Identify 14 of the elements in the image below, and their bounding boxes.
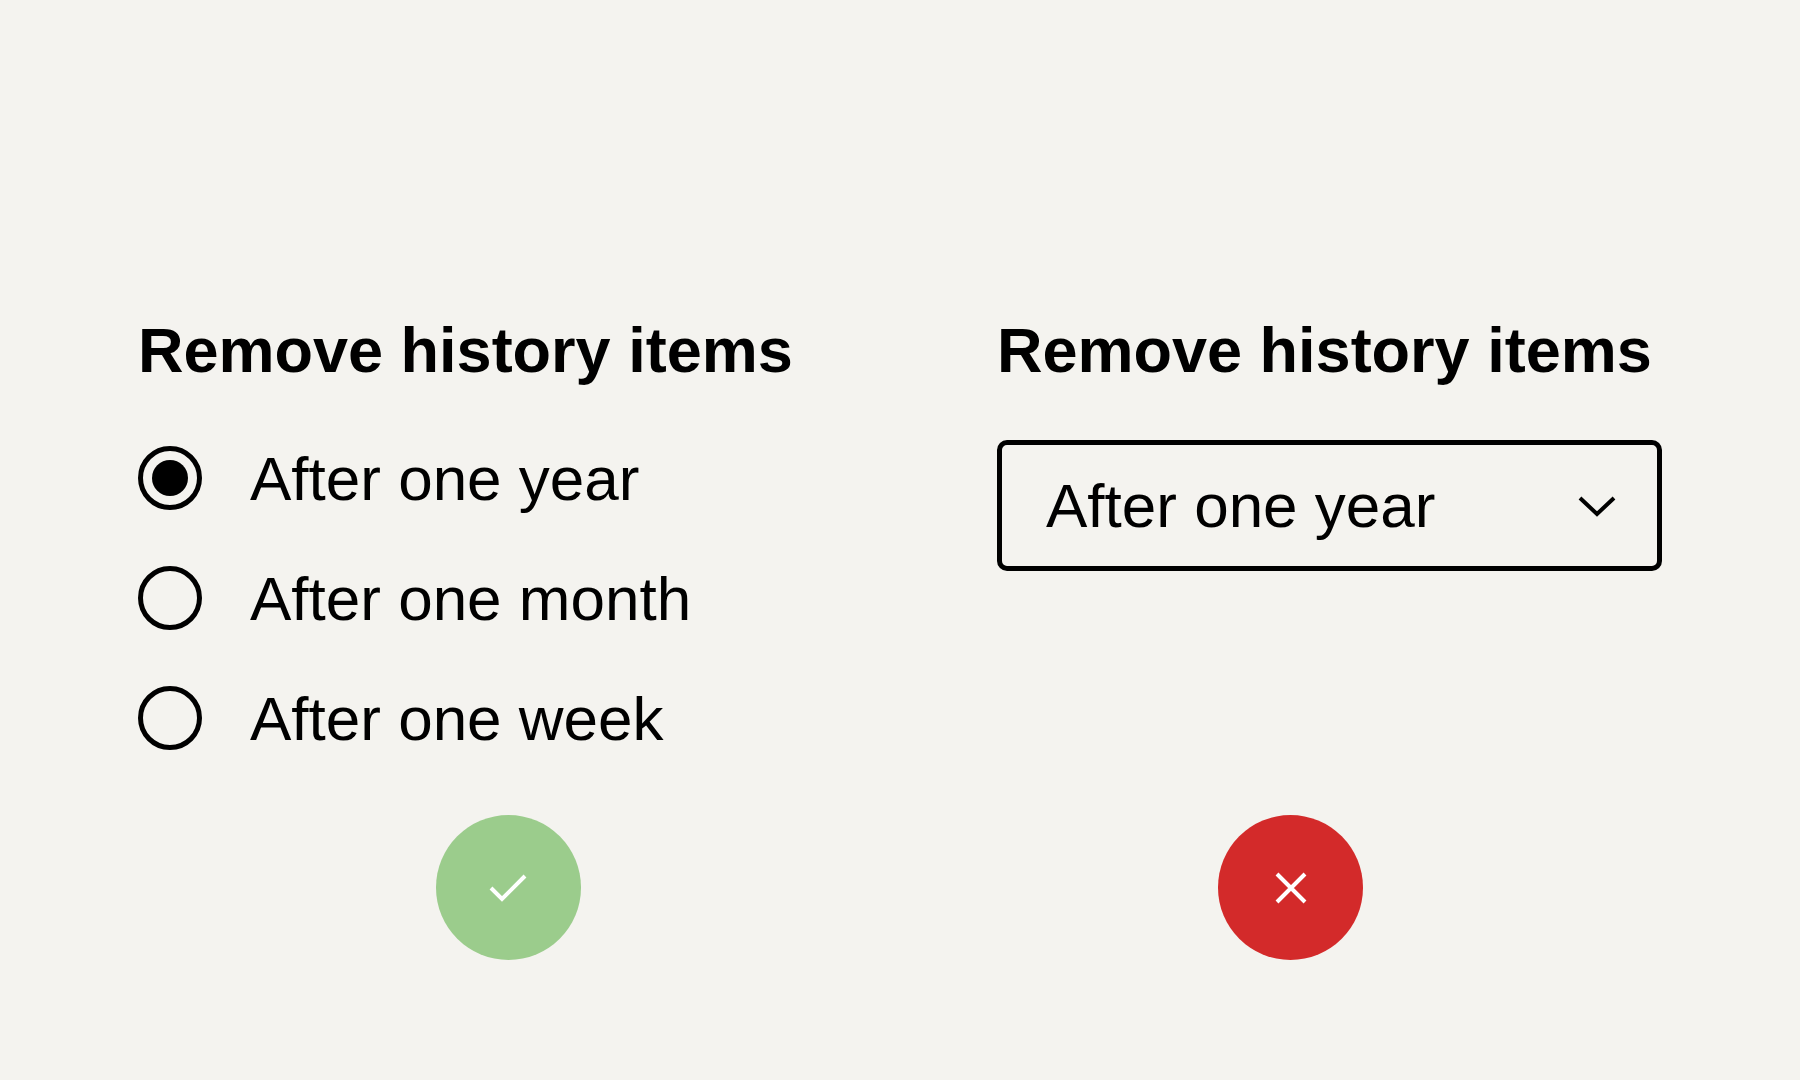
option-label: After one month [250,562,692,634]
radio-button[interactable] [138,446,202,510]
section-heading: Remove history items [997,314,1653,386]
checkmark-icon [488,872,528,903]
section-heading: Remove history items [138,314,794,386]
radio-button[interactable] [138,686,202,750]
option-label: After one week [250,682,664,754]
radio-option[interactable]: After one year [138,418,878,538]
radio-button[interactable] [138,566,202,630]
radio-option[interactable]: After one week [138,658,878,778]
close-icon [1273,870,1308,905]
option-label: After one year [250,442,640,514]
radio-option[interactable]: After one month [138,538,878,658]
dropdown-select[interactable]: After one year [997,440,1662,571]
